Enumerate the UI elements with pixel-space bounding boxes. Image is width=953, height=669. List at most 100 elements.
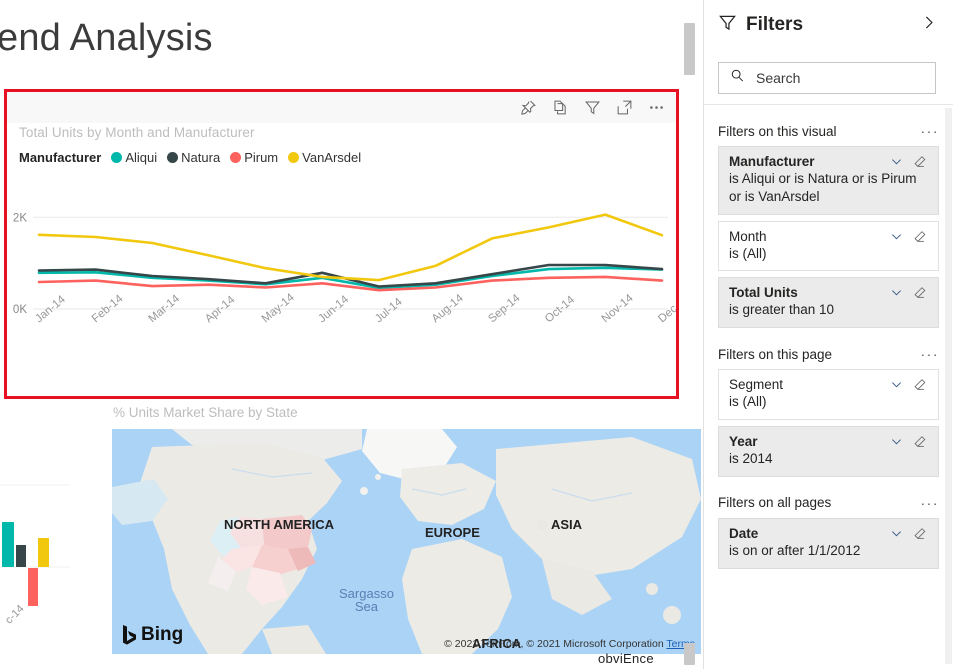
- chevron-down-icon[interactable]: [889, 285, 904, 300]
- filter-group-more-icon[interactable]: ···: [921, 123, 940, 139]
- map-label-europe: EUROPE: [425, 525, 480, 540]
- legend-swatch-aliqui: [111, 152, 122, 163]
- filter-card-icons: [889, 377, 928, 392]
- map-visual-title: % Units Market Share by State: [113, 405, 298, 420]
- y-axis-tick-label: 2K: [13, 212, 27, 224]
- filters-search-box[interactable]: [718, 62, 936, 94]
- chevron-down-icon[interactable]: [889, 154, 904, 169]
- legend-item-pirum[interactable]: Pirum: [230, 150, 278, 165]
- report-bottom-scrollbar[interactable]: [684, 643, 695, 665]
- chart-legend: Manufacturer Aliqui Natura Pirum VanArsd…: [19, 150, 371, 165]
- legend-item-natura[interactable]: Natura: [167, 150, 220, 165]
- partial-bar-chart[interactable]: [0, 460, 70, 660]
- map-label-asia: ASIA: [551, 517, 582, 532]
- filter-card-icons: [889, 154, 928, 169]
- line-chart-svg: 0K 2K Jan-14Feb-14Mar-14Apr-14May-14Jun-1…: [7, 187, 676, 392]
- filter-group-more-icon[interactable]: ···: [921, 346, 940, 362]
- filter-group-header: Filters on this visual···: [718, 123, 939, 139]
- legend-label-aliqui: Aliqui: [125, 150, 157, 165]
- filter-icon[interactable]: [580, 95, 604, 119]
- bar-vanarsdel: [38, 538, 49, 567]
- obvience-watermark: obviEnce: [598, 651, 654, 666]
- chevron-down-icon[interactable]: [889, 229, 904, 244]
- filter-card-condition: is on or after 1/1/2012: [729, 542, 928, 560]
- line-chart-plot[interactable]: 0K 2K Jan-14Feb-14Mar-14Apr-14May-14Jun-1…: [7, 187, 676, 392]
- world-map: [112, 429, 701, 654]
- x-axis-tick-label: May-14: [260, 291, 298, 325]
- filter-card-manufacturer[interactable]: Manufactureris Aliqui or is Natura or is…: [718, 146, 939, 215]
- filter-funnel-icon: [718, 13, 737, 37]
- power-bi-report-window: ry Trend Analysis: [0, 0, 953, 669]
- clear-filter-eraser-icon[interactable]: [913, 285, 928, 300]
- filters-pane-scrollbar[interactable]: [945, 108, 952, 664]
- legend-item-aliqui[interactable]: Aliqui: [111, 150, 157, 165]
- filter-group-label: Filters on all pages: [718, 495, 921, 510]
- filter-card-condition: is (All): [729, 393, 928, 411]
- x-axis-tick-label: Jul-14: [373, 296, 405, 326]
- map-attribution-text: © 2021 TomTom, © 2021 Microsoft Corporat…: [444, 638, 664, 650]
- legend-label-pirum: Pirum: [244, 150, 278, 165]
- filter-card-condition: is greater than 10: [729, 301, 928, 319]
- filter-card-condition: is (All): [729, 245, 928, 263]
- filter-card-icons: [889, 526, 928, 541]
- filters-pane: Filters Filters on this visual···Manufac…: [703, 0, 953, 669]
- report-canvas: ry Trend Analysis: [0, 0, 701, 669]
- legend-label-vanarsdel: VanArsdel: [302, 150, 361, 165]
- search-input[interactable]: [754, 69, 908, 87]
- x-axis-labels: Jan-14Feb-14Mar-14Apr-14May-14Jun-14Jul-…: [33, 291, 676, 325]
- pin-icon[interactable]: [516, 95, 540, 119]
- legend-swatch-pirum: [230, 152, 241, 163]
- filter-card-condition: is 2014: [729, 450, 928, 468]
- filter-card-segment[interactable]: Segmentis (All): [718, 369, 939, 420]
- collapse-pane-icon[interactable]: [916, 14, 941, 36]
- clear-filter-eraser-icon[interactable]: [913, 377, 928, 392]
- bar-aliqui: [2, 522, 14, 567]
- filter-card-year[interactable]: Yearis 2014: [718, 426, 939, 477]
- clear-filter-eraser-icon[interactable]: [913, 526, 928, 541]
- copy-icon[interactable]: [548, 95, 572, 119]
- search-icon: [730, 68, 745, 88]
- line-chart-visual[interactable]: Total Units by Month and Manufacturer Ma…: [4, 89, 679, 399]
- gridlines: [33, 217, 668, 309]
- y-axis-tick-label: 0K: [13, 304, 27, 316]
- focus-mode-icon[interactable]: [612, 95, 636, 119]
- filter-card-icons: [889, 434, 928, 449]
- filter-card-name: Date: [729, 526, 889, 541]
- page-title: ry Trend Analysis: [0, 17, 213, 60]
- filter-group-header: Filters on all pages···: [718, 495, 939, 511]
- filter-card-total-units[interactable]: Total Unitsis greater than 10: [718, 277, 939, 328]
- chevron-down-icon[interactable]: [889, 377, 904, 392]
- filter-group-header: Filters on this page···: [718, 346, 939, 362]
- legend-title: Manufacturer: [19, 150, 101, 165]
- clear-filter-eraser-icon[interactable]: [913, 229, 928, 244]
- filter-card-name: Segment: [729, 377, 889, 392]
- clear-filter-eraser-icon[interactable]: [913, 154, 928, 169]
- report-vertical-scrollbar[interactable]: [684, 23, 695, 75]
- visual-toolbar: [516, 95, 668, 119]
- bing-label: Bing: [141, 624, 183, 646]
- clear-filter-eraser-icon[interactable]: [913, 434, 928, 449]
- filter-card-name: Year: [729, 434, 889, 449]
- legend-item-vanarsdel[interactable]: VanArsdel: [288, 150, 361, 165]
- legend-swatch-vanarsdel: [288, 152, 299, 163]
- map-attribution: © 2021 TomTom, © 2021 Microsoft Corporat…: [444, 638, 695, 650]
- more-options-icon[interactable]: [644, 95, 668, 119]
- bar-natura: [16, 545, 26, 567]
- map-visual[interactable]: NORTH AMERICA EUROPE ASIA AFRICA Sargass…: [112, 429, 701, 654]
- filter-group-more-icon[interactable]: ···: [921, 495, 940, 511]
- chevron-down-icon[interactable]: [889, 434, 904, 449]
- y-axis-labels: 0K 2K: [13, 212, 27, 316]
- legend-swatch-natura: [167, 152, 178, 163]
- visual-title: Total Units by Month and Manufacturer: [19, 125, 255, 140]
- filter-card-date[interactable]: Dateis on or after 1/1/2012: [718, 518, 939, 569]
- series-lines: [39, 215, 662, 291]
- filters-pane-header: Filters: [704, 0, 953, 105]
- filter-card-icons: [889, 285, 928, 300]
- filter-card-name: Month: [729, 229, 889, 244]
- bing-logo[interactable]: Bing: [122, 624, 183, 646]
- filter-group-label: Filters on this visual: [718, 124, 921, 139]
- filter-card-month[interactable]: Monthis (All): [718, 221, 939, 272]
- filter-card-condition: is Aliqui or is Natura or is Pirum or is…: [729, 170, 928, 206]
- chevron-down-icon[interactable]: [889, 526, 904, 541]
- map-label-sargasso-sea: SargassoSea: [339, 587, 394, 613]
